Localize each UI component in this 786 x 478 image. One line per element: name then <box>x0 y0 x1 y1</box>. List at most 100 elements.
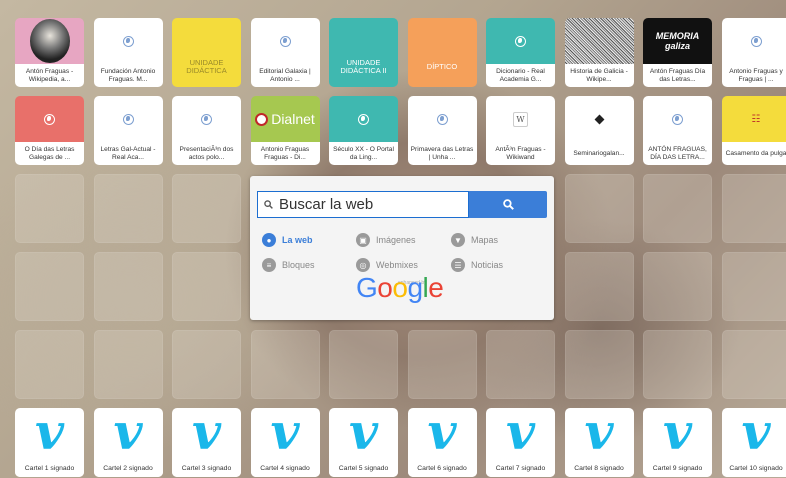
tile-label: UNIDADE DIDÁCTICA II <box>340 57 387 75</box>
tile-thumbnail <box>250 18 320 64</box>
empty-tile[interactable] <box>564 174 634 243</box>
bookmark-tile[interactable]: ☷ Casamento da pulga <box>721 96 786 165</box>
bookmark-tile[interactable]: v Cartel 9 signado <box>643 408 712 477</box>
empty-tile[interactable] <box>643 174 712 243</box>
globe-icon <box>750 35 762 47</box>
bookmark-tile[interactable]: PresentaciÃ³n dos actos polo... <box>172 96 241 165</box>
empty-tile[interactable] <box>643 252 712 321</box>
empty-tile[interactable] <box>172 330 241 399</box>
tile-thumbnail <box>93 18 163 64</box>
bookmark-tile[interactable]: v Cartel 1 signado <box>15 408 84 477</box>
empty-tile[interactable] <box>721 174 786 243</box>
tile-label: Primavera das Letras | Unha ... <box>407 142 477 165</box>
tile-thumbnail <box>93 96 163 142</box>
bookmark-tile[interactable]: Letras Gal-Actual - Real Aca... <box>93 96 163 165</box>
bookmark-tile[interactable]: MEMORIA galiza Antón Fraguas Día das Letr… <box>643 18 712 87</box>
empty-tile[interactable] <box>721 252 786 321</box>
bookmark-tile[interactable]: v Cartel 2 signado <box>93 408 163 477</box>
tile-thumbnail: ☷ <box>721 96 786 142</box>
search-option-la-web[interactable]: ● La web <box>262 233 313 247</box>
tile-label: Historia de Galicia - Wikipe... <box>564 64 634 87</box>
tile-label: Casamento da pulga <box>721 142 786 165</box>
tile-label: O Día das Letras Galegas de ... <box>15 142 84 165</box>
tile-label: Cartel 5 signado <box>329 460 398 477</box>
search-option-mapas[interactable]: ▼ Mapas <box>451 233 498 247</box>
bookmark-tile[interactable]: Fundación Antonio Fraguas. M... <box>93 18 163 87</box>
webmix-icon: ◎ <box>356 258 370 272</box>
bookmark-tile[interactable]: Antonio Fraguas y Fraguas | ... <box>721 18 786 87</box>
link-icon: ≡ <box>262 258 276 272</box>
empty-tile[interactable] <box>643 330 712 399</box>
bookmark-tile[interactable]: v Cartel 3 signado <box>172 408 241 477</box>
empty-tile[interactable] <box>564 252 634 321</box>
empty-tile[interactable] <box>564 330 634 399</box>
bookmark-tile[interactable]: W AntÃ³n Fraguas - Wikiwand <box>486 96 555 165</box>
wikiwand-icon: W <box>513 111 528 127</box>
bookmark-tile[interactable]: Historia de Galicia - Wikipe... <box>564 18 634 87</box>
tile-thumbnail <box>15 96 84 142</box>
empty-tile[interactable] <box>172 252 241 321</box>
search-option-webmixes[interactable]: ◎ Webmixes <box>356 258 418 272</box>
globe-icon <box>122 113 134 125</box>
tile-thumbnail <box>564 18 634 64</box>
camera-icon: ▣ <box>356 233 370 247</box>
bookmark-tile[interactable]: v Cartel 6 signado <box>407 408 477 477</box>
tile-label: Século XX - O Portal da Ling... <box>329 142 398 165</box>
empty-tile[interactable] <box>15 330 84 399</box>
search-option-noticias[interactable]: ☰ Noticias <box>451 258 503 272</box>
bookmark-tile[interactable]: ANTÓN FRAGUAS, DÍA DAS LETRA... <box>643 96 712 165</box>
empty-tile[interactable] <box>15 174 84 243</box>
empty-tile[interactable] <box>250 330 320 399</box>
empty-tile[interactable] <box>93 252 163 321</box>
empty-tile[interactable] <box>329 330 398 399</box>
search-option-label: Noticias <box>471 260 504 270</box>
tile-thumbnail: v <box>251 408 320 460</box>
bookmark-tile[interactable]: v Cartel 7 signado <box>486 408 555 477</box>
bookmark-tile[interactable]: Editorial Galaxia | Antonio ... <box>250 18 320 87</box>
search-input[interactable] <box>279 196 459 213</box>
tile-thumbnail: Dialnet <box>250 96 320 142</box>
google-logo[interactable]: Google <box>356 272 444 303</box>
news-icon: ☰ <box>451 258 465 272</box>
bookmark-tile[interactable]: Seminariogalan... <box>564 96 634 165</box>
search-option-bloques[interactable]: ≡ Bloques <box>262 258 315 272</box>
bookmark-tile[interactable]: v Cartel 4 signado <box>250 408 320 477</box>
vimeo-logo: v <box>505 408 536 461</box>
empty-tile[interactable] <box>93 330 163 399</box>
bookmark-tile[interactable]: Dialnet Antonio Fraguas Fraguas - Di... <box>250 96 320 165</box>
search-box[interactable] <box>257 191 469 218</box>
search-option-im-genes[interactable]: ▣ Imágenes <box>356 233 416 247</box>
tile-label: Cartel 2 signado <box>93 460 163 477</box>
bookmark-tile[interactable]: UNIDADE DIDÁCTICA <box>172 18 241 87</box>
vimeo-logo: v <box>113 408 143 461</box>
tile-label: UNIDADE DIDÁCTICA <box>186 57 227 75</box>
bookmark-tile[interactable]: v Cartel 8 signado <box>564 408 634 477</box>
search-option-label: Mapas <box>471 235 499 245</box>
bookmark-tile[interactable]: v Cartel 5 signado <box>329 408 398 477</box>
bookmark-tile[interactable]: UNIDADE DIDÁCTICA II <box>329 18 398 87</box>
tile-label: Cartel 8 signado <box>564 460 634 477</box>
globe-icon <box>122 35 134 47</box>
tile-label: Dicionario - Real Academia G... <box>486 64 555 87</box>
empty-tile[interactable] <box>15 252 84 321</box>
bookmark-tile[interactable]: Primavera das Letras | Unha ... <box>407 96 477 165</box>
empty-tile[interactable] <box>172 174 241 243</box>
empty-tile[interactable] <box>407 330 477 399</box>
tile-label: Cartel 4 signado <box>250 460 320 477</box>
bookmark-tile[interactable]: Dicionario - Real Academia G... <box>486 18 555 87</box>
vimeo-logo: v <box>191 408 222 461</box>
empty-tile[interactable] <box>486 330 555 399</box>
tile-thumbnail: v <box>722 408 786 460</box>
bookmark-tile[interactable]: Século XX - O Portal da Ling... <box>329 96 398 165</box>
empty-tile[interactable] <box>721 330 786 399</box>
vimeo-logo: v <box>348 408 379 461</box>
bookmark-tile[interactable]: O Día das Letras Galegas de ... <box>15 96 84 165</box>
google-letter: G <box>356 272 378 303</box>
tile-thumbnail <box>721 18 786 64</box>
bookmark-tile[interactable]: v Cartel 10 signado <box>721 408 786 477</box>
bookmark-tile[interactable]: Antón Fraguas - Wikipedia, a... <box>15 18 84 87</box>
empty-tile[interactable] <box>93 174 163 243</box>
bookmark-tile[interactable]: DÍPTICO <box>407 18 477 87</box>
search-button[interactable] <box>469 191 547 218</box>
tile-thumbnail: v <box>486 408 555 460</box>
